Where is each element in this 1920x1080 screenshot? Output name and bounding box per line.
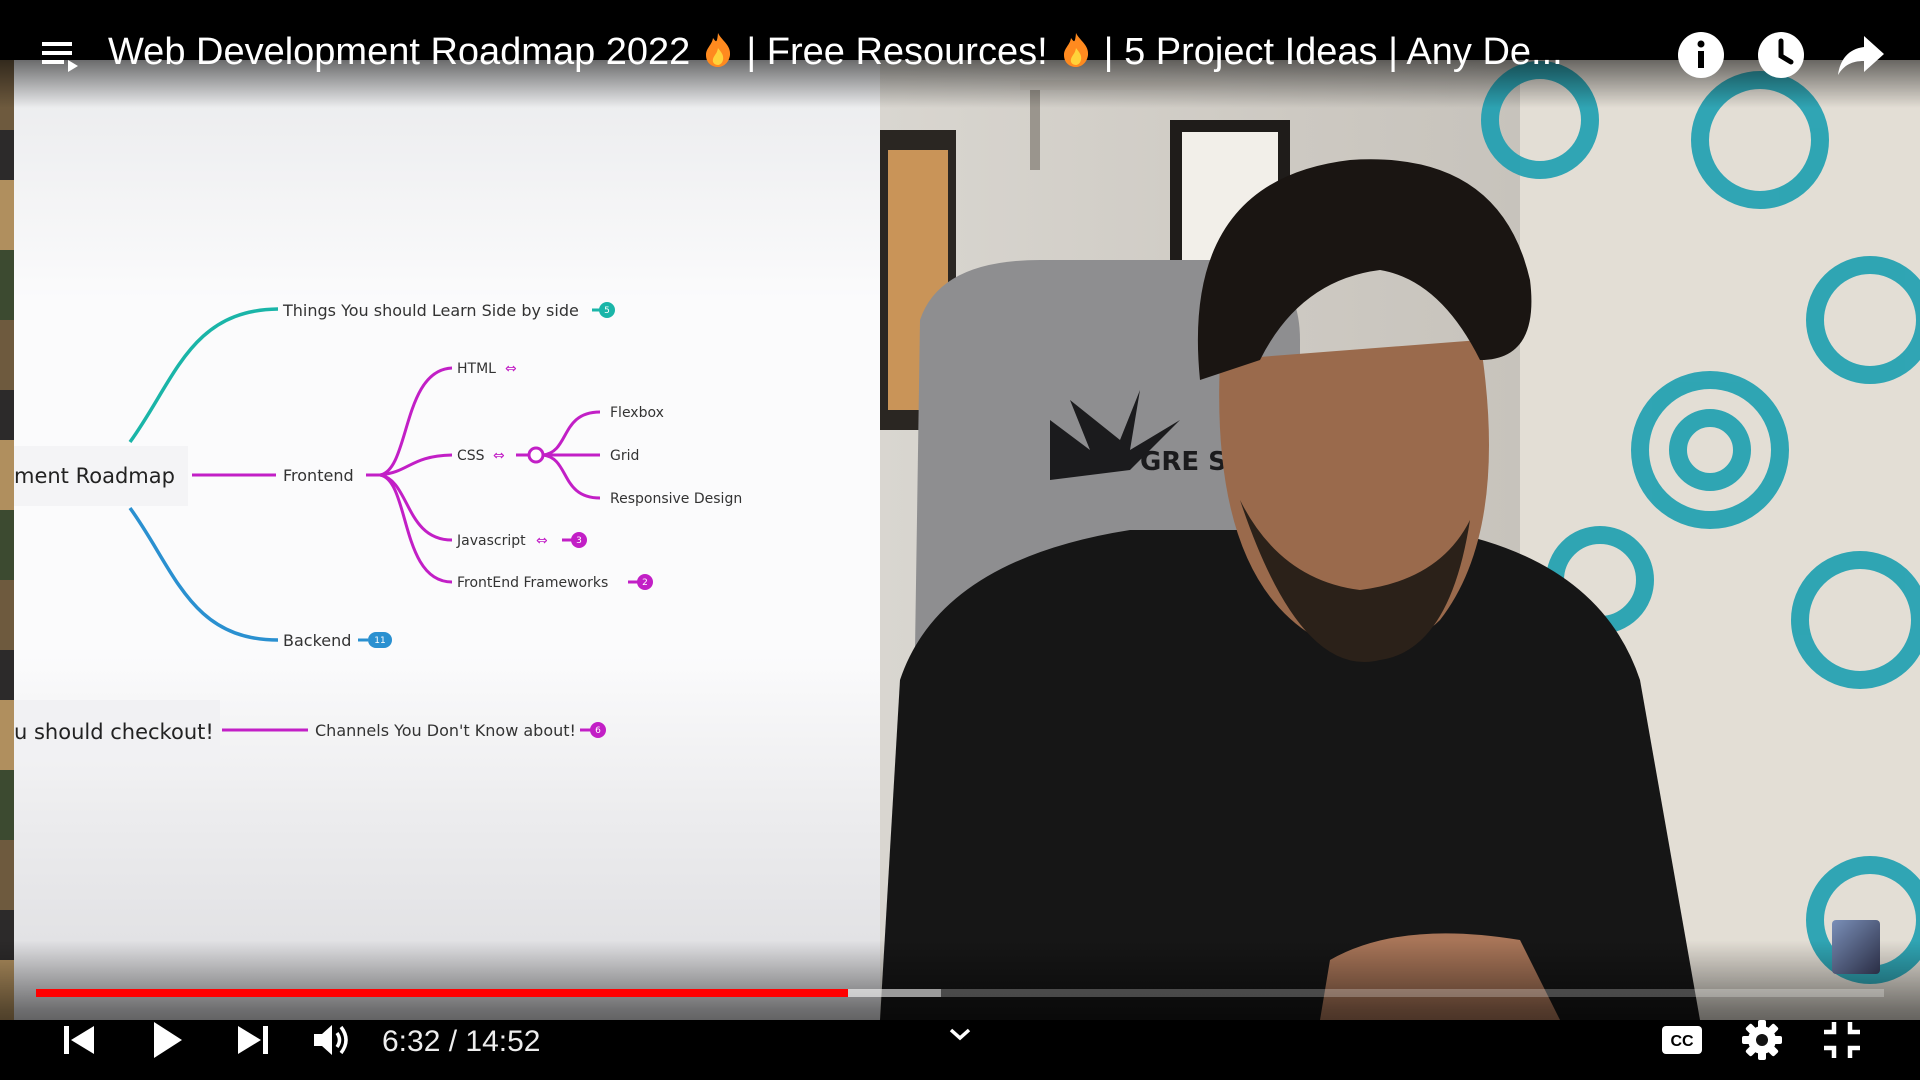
channel-watermark[interactable] [1832,920,1880,974]
node-grid: Grid [610,448,639,464]
mindmap-slide: 5 3 2 11 6 ⇔ ⇔ ⇔ ment Roadmap u should c… [0,60,880,1020]
settings-gear-icon[interactable] [1738,1016,1786,1064]
node-responsive: Responsive Design [610,491,742,507]
progress-bar[interactable] [36,989,1884,997]
node-frameworks: FrontEnd Frameworks [457,575,608,591]
edge-learn-side [128,307,279,444]
watch-later-clock-icon[interactable] [1756,30,1806,80]
fire-emoji-icon [704,32,732,68]
node-javascript: Javascript [456,533,526,549]
node-css: CSS [457,448,485,464]
bottom-overlay [0,940,1920,1080]
video-title[interactable]: Web Development Roadmap 2022 | Free Resou… [108,28,1648,76]
play-icon[interactable] [142,1016,190,1064]
presenter-illustration: GRE SOU [880,60,1920,1020]
link-icon: ⇔ [505,361,517,377]
mindmap-root-label: ment Roadmap [14,464,175,488]
badge-javascript-count: 3 [576,536,582,546]
mindmap-diagram: 5 3 2 11 6 ⇔ ⇔ ⇔ ment Roadmap u should c… [0,301,742,762]
previous-icon[interactable] [56,1016,104,1064]
exit-fullscreen-icon[interactable] [1818,1016,1866,1064]
mindmap-root2-label: u should checkout! [14,720,214,744]
video-title-part2: | Free Resources! [746,31,1048,73]
video-frame[interactable]: 5 3 2 11 6 ⇔ ⇔ ⇔ ment Roadmap u should c… [0,0,1920,1080]
camera-scene: GRE SOU [880,60,1920,1020]
link-icon: ⇔ [536,533,548,549]
share-arrow-icon[interactable] [1836,30,1886,80]
playlist-icon[interactable] [38,34,82,78]
node-learn-side: Things You should Learn Side by side [282,301,579,320]
progress-played [36,989,849,997]
node-html: HTML [457,361,496,377]
badge-learn-side-count: 5 [604,306,610,316]
badge-backend-count: 11 [374,636,385,646]
node-flexbox: Flexbox [610,405,664,421]
node-frontend: Frontend [283,466,354,485]
volume-icon[interactable] [308,1016,356,1064]
background-wall-strip [0,60,14,1020]
captions-icon[interactable]: CC [1658,1016,1706,1064]
time-display: 6:32 / 14:52 [382,1025,541,1058]
fire-emoji-icon [1062,32,1090,68]
node-channels: Channels You Don't Know about! [315,721,576,740]
captions-label: CC [1670,1033,1694,1050]
badge-frameworks-count: 2 [642,578,648,588]
badge-channels-count: 6 [595,726,601,736]
top-overlay: Web Development Roadmap 2022 | Free Resou… [0,0,1920,108]
node-backend: Backend [283,631,351,650]
link-icon: ⇔ [493,448,505,464]
chevron-down-icon[interactable] [946,1022,974,1046]
info-icon[interactable] [1676,30,1726,80]
video-title-part3: | 5 Project Ideas | Any De... [1103,31,1563,73]
video-title-part1: Web Development Roadmap 2022 [108,31,691,73]
next-icon[interactable] [228,1016,276,1064]
